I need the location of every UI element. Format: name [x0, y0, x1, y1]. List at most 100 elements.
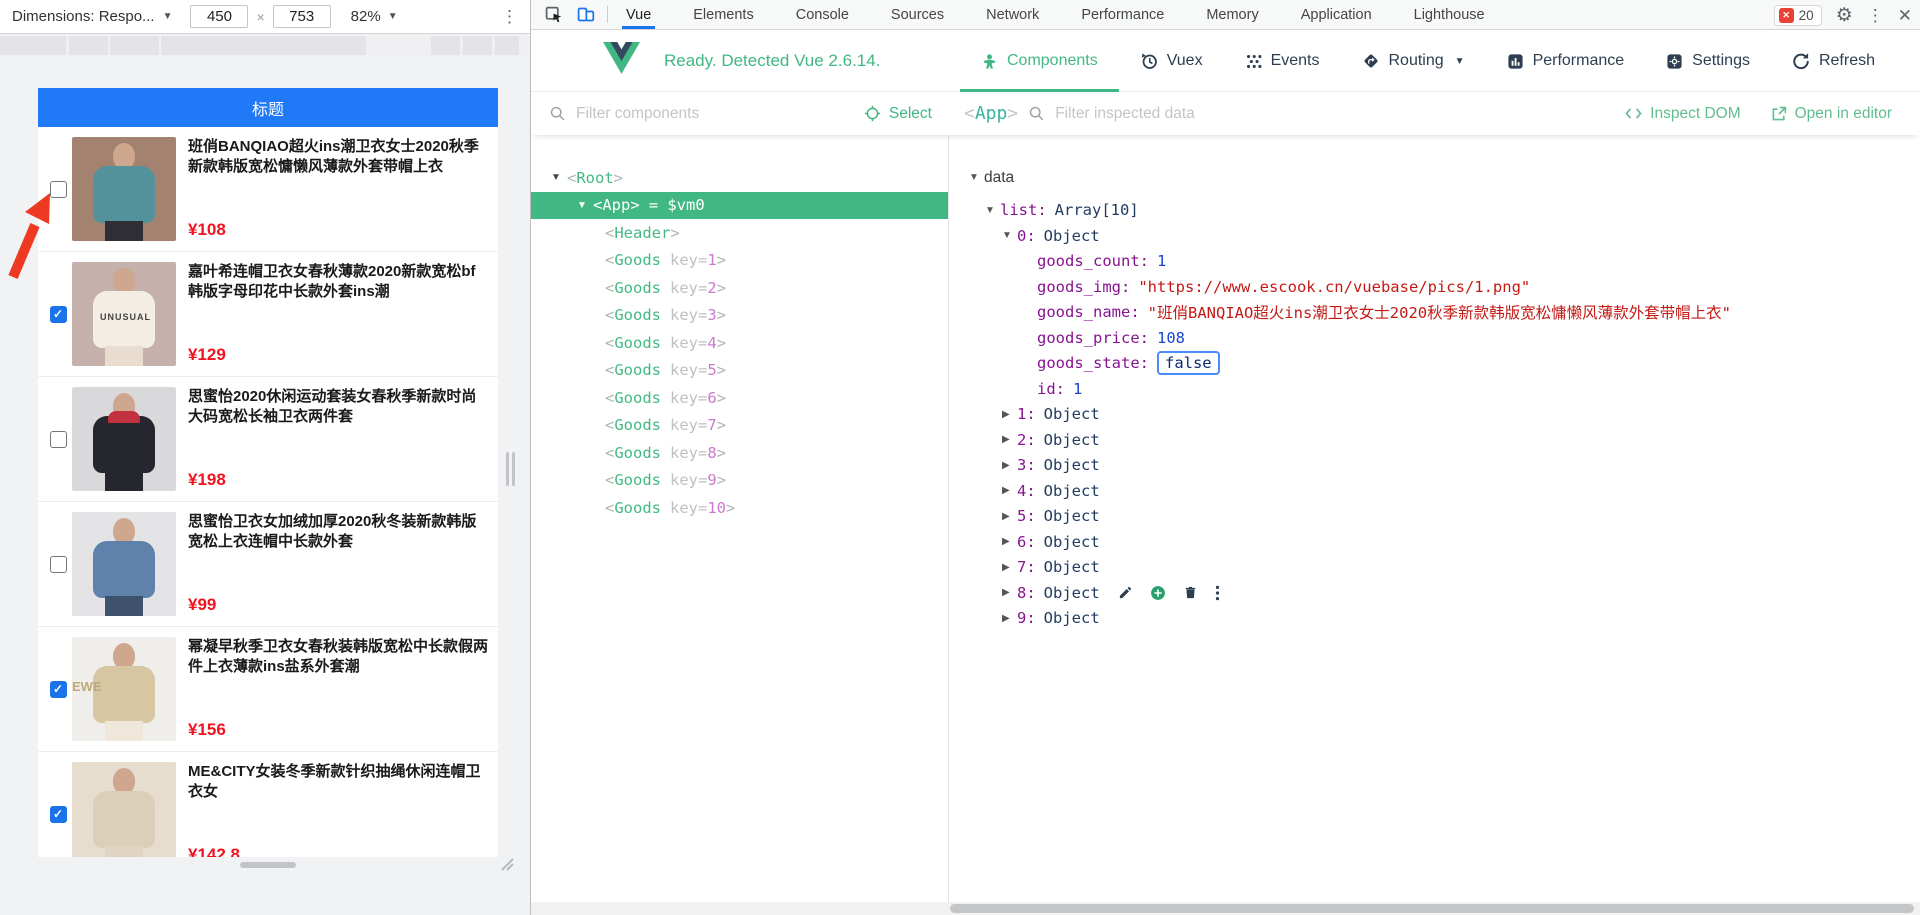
- tree-node-goods[interactable]: <Goods key=7>: [531, 412, 948, 440]
- components-person-icon: [983, 53, 996, 69]
- expand-caret-icon[interactable]: ▼: [985, 205, 1000, 216]
- goods-name: 幂凝早秋季卫衣女春秋装韩版宽松中长款假两件上衣薄款ins盐系外套潮: [188, 638, 489, 676]
- list-array-row[interactable]: ▼ list: Array[10]: [949, 198, 1920, 224]
- tree-node-goods[interactable]: <Goods key=4>: [531, 329, 948, 357]
- expand-caret-icon[interactable]: ▶: [1002, 485, 1017, 496]
- dimensions-select[interactable]: Dimensions: Respo... ▼: [12, 8, 172, 25]
- tab-vue[interactable]: Vue: [622, 0, 656, 29]
- expand-caret-icon[interactable]: ▼: [969, 172, 984, 183]
- expand-caret-icon[interactable]: ▶: [1002, 613, 1017, 624]
- array-item-collapsed[interactable]: ▶ 3: Object: [949, 453, 1920, 479]
- array-item-collapsed[interactable]: ▶ 5: Object: [949, 504, 1920, 530]
- goods-price: ¥129: [188, 345, 226, 364]
- viewport-width-input[interactable]: [190, 5, 249, 28]
- prop-goods-state: goods_state: false: [949, 351, 1920, 377]
- viewport-resize-handle-bottom[interactable]: [240, 862, 296, 868]
- device-toolbar-toggle-icon[interactable]: [575, 5, 595, 25]
- array-item-collapsed[interactable]: ▶ 2: Object: [949, 427, 1920, 453]
- vue-tab-vuex[interactable]: Vuex: [1119, 30, 1224, 92]
- expand-caret-icon[interactable]: ▶: [1002, 409, 1017, 420]
- product-image: [72, 512, 176, 616]
- expand-caret-icon[interactable]: ▼: [577, 200, 593, 211]
- close-icon[interactable]: ✕: [1898, 7, 1912, 24]
- array-item-collapsed[interactable]: ▶ 9: Object: [949, 606, 1920, 632]
- goods-checkbox[interactable]: ✓: [49, 680, 67, 698]
- select-component-button[interactable]: Select: [864, 105, 932, 123]
- expand-caret-icon[interactable]: ▼: [1002, 230, 1017, 241]
- edit-pencil-icon[interactable]: [1118, 585, 1133, 600]
- value-edit-box[interactable]: false: [1156, 351, 1220, 376]
- expand-caret-icon[interactable]: ▶: [1002, 511, 1017, 522]
- tab-sources[interactable]: Sources: [887, 0, 948, 29]
- open-in-editor-button[interactable]: Open in editor: [1771, 105, 1892, 123]
- tree-node-goods[interactable]: <Goods key=2>: [531, 274, 948, 302]
- search-icon: [1030, 106, 1044, 121]
- goods-price: ¥142.8: [188, 845, 240, 857]
- viewport-resize-handle-right[interactable]: [506, 452, 516, 486]
- zoom-select[interactable]: 82% ▼: [351, 8, 398, 25]
- tree-node-goods[interactable]: <Goods key=9>: [531, 467, 948, 495]
- tree-node-goods[interactable]: <Goods key=5>: [531, 357, 948, 385]
- devtools-menu-icon[interactable]: ⋮: [1867, 7, 1884, 24]
- array-item-collapsed[interactable]: ▶ 8: Object: [949, 580, 1920, 606]
- tab-lighthouse[interactable]: Lighthouse: [1410, 0, 1489, 29]
- tab-performance[interactable]: Performance: [1077, 0, 1168, 29]
- devtools-tabbar: Vue Elements Console Sources Network Per…: [531, 0, 1920, 30]
- expand-caret-icon[interactable]: ▼: [551, 172, 567, 183]
- vue-tab-settings[interactable]: Settings: [1645, 30, 1771, 92]
- error-count-badge[interactable]: ✕ 20: [1773, 4, 1822, 26]
- tab-elements[interactable]: Elements: [689, 0, 757, 29]
- vue-tab-events[interactable]: Events: [1224, 30, 1341, 92]
- device-toolbar-menu-icon[interactable]: ⋮: [501, 6, 518, 28]
- array-item-collapsed[interactable]: ▶ 1: Object: [949, 402, 1920, 428]
- expand-caret-icon[interactable]: ▶: [1002, 562, 1017, 573]
- product-image: [72, 137, 176, 241]
- expand-caret-icon[interactable]: ▶: [1002, 587, 1017, 598]
- vue-tab-components[interactable]: Components: [959, 30, 1119, 92]
- scrollbar-thumb[interactable]: [950, 904, 1914, 913]
- expand-caret-icon[interactable]: ▶: [1002, 434, 1017, 445]
- expand-caret-icon[interactable]: ▶: [1002, 460, 1017, 471]
- tree-node-goods[interactable]: <Goods key=3>: [531, 302, 948, 330]
- inspect-dom-button[interactable]: Inspect DOM: [1625, 105, 1741, 123]
- tree-node-goods[interactable]: <Goods key=10>: [531, 494, 948, 522]
- goods-checkbox[interactable]: ✓: [49, 555, 67, 573]
- tab-memory[interactable]: Memory: [1202, 0, 1262, 29]
- viewport-height-input[interactable]: [272, 5, 331, 28]
- tree-node-goods[interactable]: <Goods key=6>: [531, 384, 948, 412]
- tab-application[interactable]: Application: [1297, 0, 1376, 29]
- chevron-down-icon: ▼: [1454, 55, 1465, 67]
- product-image-text: EWE: [72, 679, 102, 694]
- array-item-collapsed[interactable]: ▶ 4: Object: [949, 478, 1920, 504]
- goods-checkbox[interactable]: ✓: [49, 305, 67, 323]
- vue-tab-performance[interactable]: Performance: [1486, 30, 1646, 92]
- goods-checkbox[interactable]: ✓: [49, 180, 67, 198]
- goods-price: ¥108: [188, 220, 226, 239]
- tree-node-root[interactable]: ▼ <Root>: [531, 164, 948, 192]
- tab-console[interactable]: Console: [792, 0, 853, 29]
- viewport-resize-handle-corner[interactable]: [498, 855, 514, 871]
- delete-trash-icon[interactable]: [1183, 585, 1198, 600]
- goods-name: ME&CITY女装冬季新款针织抽绳休闲连帽卫衣女: [188, 763, 481, 801]
- goods-checkbox[interactable]: ✓: [49, 805, 67, 823]
- tab-network[interactable]: Network: [982, 0, 1043, 29]
- data-section-header[interactable]: ▼ data: [949, 165, 1920, 191]
- expand-caret-icon[interactable]: ▶: [1002, 536, 1017, 547]
- gear-icon[interactable]: ⚙: [1836, 6, 1853, 25]
- tree-node-goods[interactable]: <Goods key=1>: [531, 247, 948, 275]
- tree-node-app[interactable]: ▼ <App> = $vm0: [531, 191, 948, 219]
- tree-node-header[interactable]: <Header>: [531, 219, 948, 247]
- vue-tab-routing[interactable]: Routing ▼: [1341, 30, 1486, 92]
- inspect-element-icon[interactable]: [543, 5, 563, 25]
- filter-components-input[interactable]: [576, 104, 864, 123]
- add-circle-icon[interactable]: [1150, 585, 1166, 601]
- goods-name: 思蜜怡卫衣女加绒加厚2020秋冬装新款韩版宽松上衣连帽中长款外套: [188, 513, 477, 551]
- array-item-collapsed[interactable]: ▶ 7: Object: [949, 555, 1920, 581]
- more-kebab-icon[interactable]: [1215, 585, 1220, 601]
- vue-tab-refresh[interactable]: Refresh: [1771, 30, 1896, 92]
- goods-checkbox[interactable]: ✓: [49, 430, 67, 448]
- array-item-expanded[interactable]: ▼ 0: Object: [949, 223, 1920, 249]
- array-item-collapsed[interactable]: ▶ 6: Object: [949, 529, 1920, 555]
- component-tree: ▼ <Root> ▼ <App> = $vm0 <Header> <Goods k…: [531, 135, 948, 902]
- tree-node-goods[interactable]: <Goods key=8>: [531, 439, 948, 467]
